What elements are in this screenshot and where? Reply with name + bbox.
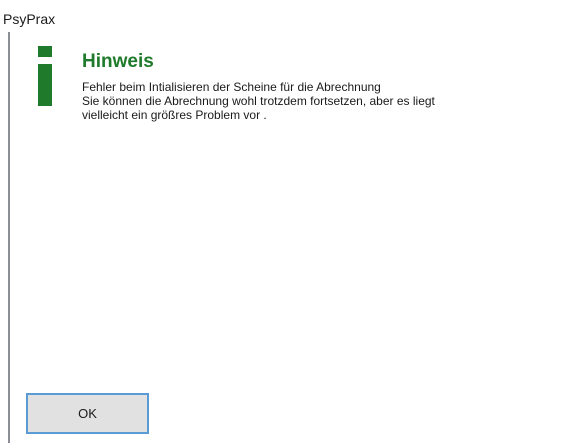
window-title: PsyPrax xyxy=(3,11,56,27)
message-line: vielleicht ein größres Problem vor . xyxy=(82,108,267,122)
dialog-window: PsyPrax Hinweis Fehler beim Intialisiere… xyxy=(0,0,567,443)
message-line: Sie können die Abrechnung wohl trotzdem … xyxy=(82,94,435,108)
window-left-border xyxy=(8,32,10,443)
info-icon xyxy=(38,46,54,106)
dialog-message: Fehler beim Intialisieren der Scheine fü… xyxy=(82,80,552,122)
ok-button[interactable]: OK xyxy=(26,393,149,434)
info-icon-stem xyxy=(38,64,52,106)
title-bar: PsyPrax xyxy=(3,8,55,30)
dialog-heading: Hinweis xyxy=(82,51,154,72)
message-line: Fehler beim Intialisieren der Scheine fü… xyxy=(82,80,381,94)
info-icon-dot xyxy=(38,46,52,57)
